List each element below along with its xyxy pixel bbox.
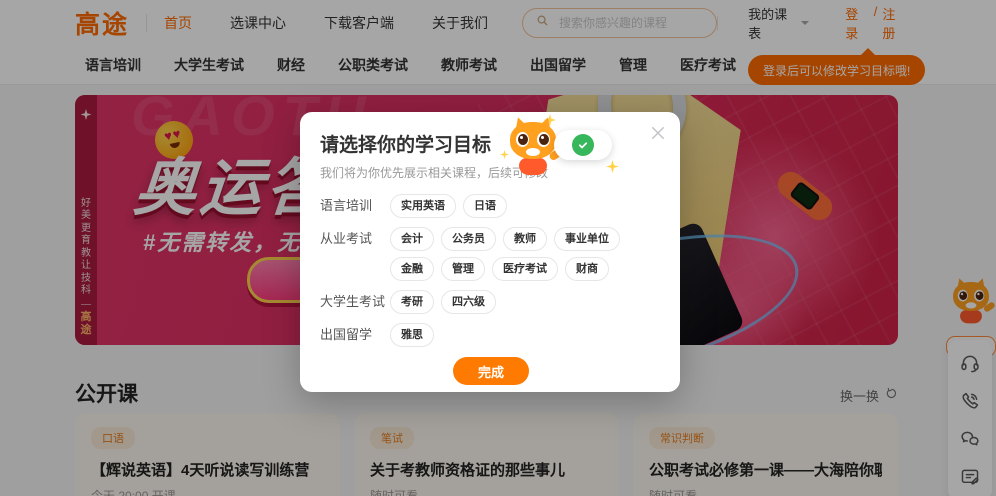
check-icon	[572, 134, 594, 156]
check-bubble	[554, 130, 612, 160]
goal-chip-会计[interactable]: 会计	[390, 227, 434, 251]
goal-group: 大学生考试考研四六级	[320, 290, 662, 314]
goal-groups: 语言培训实用英语日语从业考试会计公务员教师事业单位金融管理医疗考试财商大学生考试…	[320, 194, 662, 347]
goal-chip-四六级[interactable]: 四六级	[441, 290, 496, 314]
modal-mascot	[510, 116, 620, 186]
goal-chip-实用英语[interactable]: 实用英语	[390, 194, 456, 218]
goal-group: 语言培训实用英语日语	[320, 194, 662, 218]
goal-chip-考研[interactable]: 考研	[390, 290, 434, 314]
done-button[interactable]: 完成	[453, 357, 529, 385]
goal-group-label: 语言培训	[320, 194, 390, 218]
goal-group-label: 大学生考试	[320, 290, 390, 314]
goal-chip-医疗考试[interactable]: 医疗考试	[492, 257, 558, 281]
goal-chip-雅思[interactable]: 雅思	[390, 323, 434, 347]
learning-goal-modal: 请选择你的学习目标 我们将为你优先展示相关课程，后续可修改 语言培训实用英语日语…	[300, 112, 680, 392]
goal-group: 从业考试会计公务员教师事业单位金融管理医疗考试财商	[320, 227, 662, 281]
goal-chip-教师[interactable]: 教师	[503, 227, 547, 251]
goal-chips: 雅思	[390, 323, 662, 347]
goal-chip-事业单位[interactable]: 事业单位	[554, 227, 620, 251]
page: 高途 首页选课中心下载客户端关于我们 我的课表 登录 / 注册 语言培训大学生考…	[0, 0, 996, 496]
goal-chips: 考研四六级	[390, 290, 662, 314]
goal-chip-财商[interactable]: 财商	[565, 257, 609, 281]
goal-chips: 会计公务员教师事业单位金融管理医疗考试财商	[390, 227, 662, 281]
goal-group: 出国留学雅思	[320, 323, 662, 347]
cat-mascot-icon	[510, 122, 556, 178]
goal-chip-日语[interactable]: 日语	[463, 194, 507, 218]
goal-group-label: 出国留学	[320, 323, 390, 347]
close-icon[interactable]	[649, 124, 667, 142]
sparkle-icon	[606, 160, 619, 173]
goal-group-label: 从业考试	[320, 227, 390, 251]
goal-chip-管理[interactable]: 管理	[441, 257, 485, 281]
goal-chips: 实用英语日语	[390, 194, 662, 218]
goal-chip-金融[interactable]: 金融	[390, 257, 434, 281]
goal-chip-公务员[interactable]: 公务员	[441, 227, 496, 251]
